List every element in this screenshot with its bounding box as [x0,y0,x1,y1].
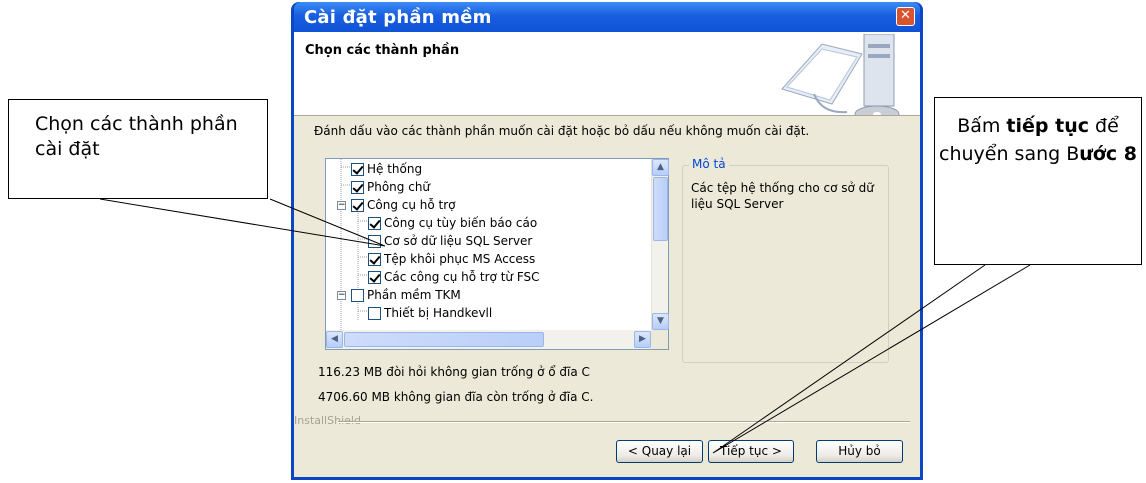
tree-item[interactable]: Cơ sở dữ liệu SQL Server [368,232,532,250]
divider [338,421,910,423]
vertical-scroll-thumb[interactable] [653,177,668,241]
space-available-text: 4706.60 MB không gian đĩa còn trống ở đĩ… [318,390,594,404]
cancel-button[interactable]: Hủy bỏ [816,440,903,463]
callout-press-next: Bấm tiếp tục để chuyển sang Bước 8 [934,97,1142,265]
title-bar[interactable]: Cài đặt phần mềm ✕ [294,2,920,32]
horizontal-scrollbar[interactable]: ◀ ▶ [326,330,651,349]
space-required-text: 116.23 MB đòi hỏi không gian trống ở ổ đ… [318,365,590,379]
description-group: Mô tả Các tệp hệ thống cho cơ sở dữ liệu… [682,157,889,363]
description-text: Các tệp hệ thống cho cơ sở dữ liệu SQL S… [691,181,874,211]
back-button[interactable]: < Quay lại [616,440,703,463]
window-title: Cài đặt phần mềm [304,7,492,28]
tree-item-label: Công cụ hỗ trợ [367,198,456,212]
close-icon: ✕ [900,8,911,23]
tree-item-label: Cơ sở dữ liệu SQL Server [384,234,533,248]
tree-item-label: Phông chữ [367,180,431,194]
tree-item-label: Phần mềm TKM [367,288,461,302]
checkbox[interactable] [368,252,381,266]
tree-item[interactable]: Phần mềm TKM [351,286,461,304]
header-title: Chọn các thành phần [305,43,460,58]
component-tree[interactable]: Hệ thống Phông chữ − Công cụ hỗ trợ Công… [325,158,669,350]
checkbox[interactable] [368,270,381,284]
checkbox[interactable] [351,198,364,212]
installer-window: Cài đặt phần mềm ✕ Chọn các thành phần Đ… [291,2,923,480]
next-button[interactable]: Tiếp tục > [708,440,794,463]
checkbox[interactable] [368,216,381,230]
scroll-down-arrow-icon[interactable]: ▼ [652,313,669,330]
checkbox[interactable] [351,162,364,176]
description-label: Mô tả [689,157,729,171]
checkbox[interactable] [368,306,381,320]
callout-right-step: ước 8 [1079,143,1137,165]
callout-select-components: Chọn các thành phần cài đặt [8,99,268,199]
scroll-up-arrow-icon[interactable]: ▲ [652,159,669,176]
computer-cd-icon [781,34,900,115]
tree-item[interactable]: Phông chữ [351,178,430,196]
checkbox[interactable] [368,234,381,248]
checkbox[interactable] [351,180,364,194]
close-button[interactable]: ✕ [896,7,915,26]
horizontal-scroll-thumb[interactable] [344,332,544,347]
tree-item[interactable]: Hệ thống [351,160,422,178]
tree-item-label: Hệ thống [367,162,423,176]
tree-item[interactable]: Công cụ tùy biến báo cáo [368,214,537,232]
collapse-icon[interactable]: − [337,201,346,210]
instruction-text: Đánh dấu vào các thành phần muốn cài đặt… [314,124,810,138]
callout-left-text: Chọn các thành phần cài đặt [35,113,238,160]
dialog-header: Chọn các thành phần [294,32,920,116]
scroll-right-arrow-icon[interactable]: ▶ [634,331,651,348]
checkbox[interactable] [351,288,364,302]
tree-item[interactable]: Tệp khôi phục MS Access [368,250,535,268]
tree-item-label: Tệp khôi phục MS Access [384,252,536,266]
tree-item[interactable]: Thiết bị Handkevll [368,304,492,322]
scrollbar-corner [651,330,668,349]
tree-item-label: Thiết bị Handkevll [384,306,493,320]
tree-viewport: Hệ thống Phông chữ − Công cụ hỗ trợ Công… [326,159,651,330]
tree-item[interactable]: Công cụ hỗ trợ [351,196,456,214]
vertical-scrollbar[interactable]: ▲ ▼ [651,159,669,330]
tree-item[interactable]: Các công cụ hỗ trợ từ FSC [368,268,540,286]
callout-right-pre: Bấm [957,115,1007,137]
tree-item-label: Các công cụ hỗ trợ từ FSC [384,270,540,284]
tree-item-label: Công cụ tùy biến báo cáo [384,216,538,230]
callout-right-bold: tiếp tục [1006,115,1089,137]
collapse-icon[interactable]: − [337,291,346,300]
scroll-left-arrow-icon[interactable]: ◀ [326,331,343,348]
dialog-body: Chọn các thành phần Đánh dấu vào các thà… [294,32,920,477]
